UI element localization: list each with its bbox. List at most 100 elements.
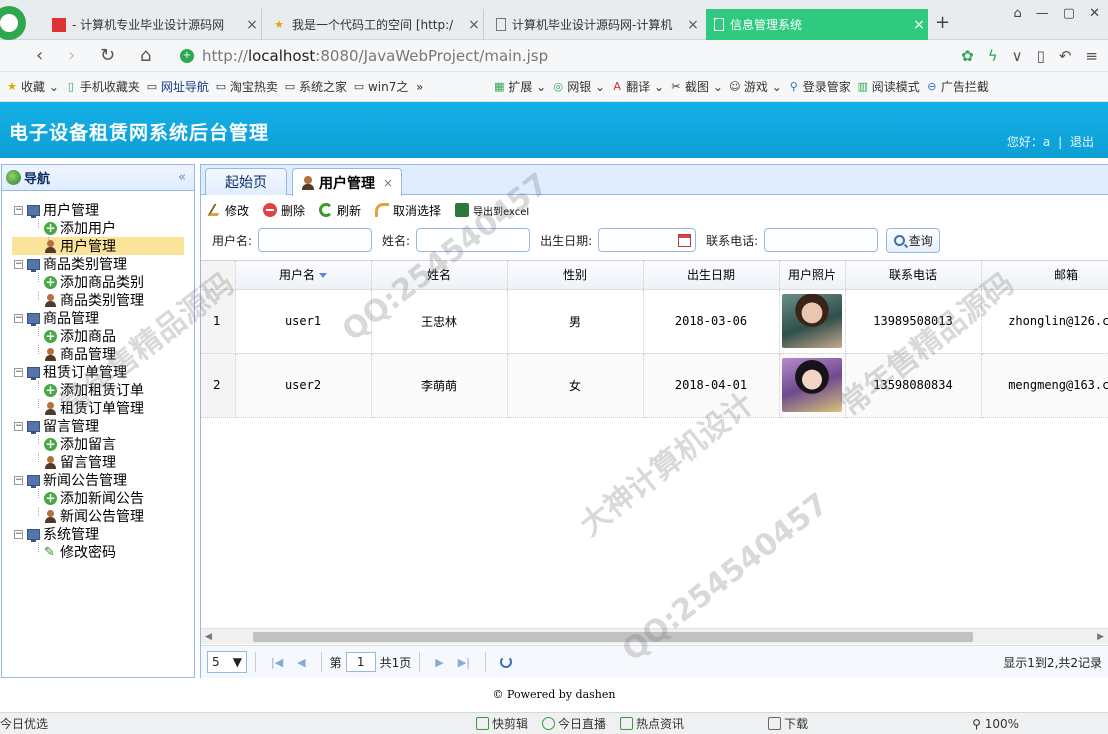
tree-expander-icon[interactable]: − — [14, 421, 23, 431]
tree-item-add-category[interactable]: + 添加商品类别 — [2, 273, 194, 291]
lightning-icon[interactable]: ϟ — [988, 47, 998, 65]
favorite-item[interactable]: ▭ 系统之家 — [284, 78, 347, 95]
tree-expander-icon[interactable]: − — [14, 529, 23, 539]
menu-icon[interactable]: ≡ — [1085, 47, 1098, 65]
tree-group-order[interactable]: − 租赁订单管理 — [2, 363, 194, 381]
query-button[interactable]: 查询 — [886, 227, 941, 253]
minimize-button[interactable]: — — [1036, 6, 1049, 21]
tree-expander-icon[interactable]: − — [14, 205, 23, 215]
scroll-right-icon[interactable]: ▶ — [1097, 632, 1104, 642]
favorite-item[interactable]: ⊖ 广告拦截 — [926, 78, 989, 95]
tree-item-news-manage[interactable]: 新闻公告管理 — [2, 507, 194, 525]
first-page-button[interactable]: |◀ — [271, 656, 283, 669]
username-input[interactable] — [258, 228, 373, 252]
birthday-input[interactable] — [598, 228, 697, 252]
prev-page-button[interactable]: ◀ — [297, 656, 305, 669]
tree-group-user[interactable]: − 用户管理 — [2, 201, 194, 219]
tree-group-product[interactable]: − 商品管理 — [2, 309, 194, 327]
home-button[interactable]: ⌂ — [140, 45, 151, 66]
page-number-input[interactable]: 1 — [345, 652, 376, 672]
refresh-icon[interactable] — [499, 656, 512, 668]
favorite-item[interactable]: ▯ 手机收藏夹 — [65, 78, 140, 95]
page-size-select[interactable]: 5 ▼ — [207, 651, 247, 673]
tree-group-news[interactable]: − 新闻公告管理 — [2, 471, 194, 489]
tree-group-category[interactable]: − 商品类别管理 — [2, 255, 194, 273]
delete-button[interactable]: 删除 — [263, 202, 305, 219]
tree-item-add-product[interactable]: + 添加商品 — [2, 327, 194, 345]
tree-item-order-manage[interactable]: 租赁订单管理 — [2, 399, 194, 417]
favorite-item[interactable]: ★ 收藏 ⌄ — [6, 78, 59, 95]
url-field[interactable]: + http://localhost:8080/JavaWebProject/m… — [180, 44, 910, 68]
tree-item-add-message[interactable]: + 添加留言 — [2, 435, 194, 453]
table-row[interactable]: 2 user2 李萌萌 女 2018-04-01 13598080834 men… — [201, 353, 1108, 418]
tree-expander-icon[interactable]: − — [14, 259, 23, 269]
status-item[interactable]: 今日优选 — [0, 715, 48, 732]
table-row[interactable]: 1 user1 王忠林 男 2018-03-06 13989508013 zho… — [201, 289, 1108, 354]
column-header-phone[interactable]: 联系电话 — [845, 261, 982, 290]
unselect-button[interactable]: 取消选择 — [375, 202, 441, 219]
tree-item-add-news[interactable]: + 添加新闻公告 — [2, 489, 194, 507]
close-tab-icon[interactable]: × — [383, 176, 393, 190]
column-header-photo[interactable]: 用户照片 — [779, 261, 846, 290]
tree-item-add-user[interactable]: + 添加用户 — [2, 219, 194, 237]
favorite-item[interactable]: ☺ 游戏 ⌄ — [729, 78, 782, 95]
new-tab-button[interactable]: + — [935, 12, 950, 33]
browser-tab-3[interactable]: 计算机毕业设计源码网-计算机 × — [488, 9, 702, 40]
horizontal-scrollbar[interactable]: ◀ ▶ — [201, 628, 1108, 644]
next-page-button[interactable]: ▶ — [435, 656, 443, 669]
column-header-birthday[interactable]: 出生日期 — [643, 261, 780, 290]
column-header-gender[interactable]: 性别 — [507, 261, 644, 290]
tree-item-message-manage[interactable]: 留言管理 — [2, 453, 194, 471]
zoom-level[interactable]: ⚲ 100% — [972, 717, 1019, 731]
favorite-item[interactable]: A 翻译 ⌄ — [611, 78, 664, 95]
collapse-panel-icon[interactable]: « — [178, 170, 186, 185]
tree-expander-icon[interactable]: − — [14, 475, 23, 485]
refresh-button[interactable]: 刷新 — [319, 202, 361, 219]
favorite-item[interactable]: ▦ 扩展 ⌄ — [493, 78, 546, 95]
tab-start-page[interactable]: 起始页 — [205, 168, 287, 195]
close-tab-icon[interactable]: × — [910, 17, 928, 33]
tree-expander-icon[interactable]: − — [14, 367, 23, 377]
forward-button[interactable]: › — [68, 45, 75, 66]
browser-tab-active[interactable]: 信息管理系统 × — [706, 9, 928, 40]
last-page-button[interactable]: ▶| — [458, 656, 470, 669]
edit-button[interactable]: 修改 — [207, 202, 249, 219]
reload-button[interactable]: ↻ — [100, 45, 115, 66]
column-header-name[interactable]: 姓名 — [371, 261, 508, 290]
calendar-icon[interactable] — [678, 234, 692, 247]
dropdown-icon[interactable]: ∨ — [1012, 47, 1023, 65]
tree-group-system[interactable]: − 系统管理 — [2, 525, 194, 543]
tree-item-category-manage[interactable]: 商品类别管理 — [2, 291, 194, 309]
tree-expander-icon[interactable]: − — [14, 313, 23, 323]
export-excel-button[interactable]: 导出到excel — [455, 203, 529, 218]
close-window-button[interactable]: ✕ — [1089, 6, 1100, 21]
column-header-username[interactable]: 用户名 — [235, 261, 372, 290]
favorite-item[interactable]: ◎ 网银 ⌄ — [552, 78, 605, 95]
browser-tab-2[interactable]: ★ 我是一个代码工的空间 [http:/ × — [264, 9, 484, 40]
favorite-item[interactable]: ⚲ 登录管家 — [788, 78, 851, 95]
tree-item-user-manage[interactable]: 用户管理 — [12, 237, 184, 255]
tree-item-product-manage[interactable]: 商品管理 — [2, 345, 194, 363]
phone-input[interactable] — [764, 228, 879, 252]
column-header-email[interactable]: 邮箱 — [981, 261, 1108, 290]
close-tab-icon[interactable]: × — [465, 17, 483, 33]
shirt-icon[interactable]: ⌂ — [1014, 6, 1022, 21]
speed-mode-icon[interactable]: ✿ — [961, 47, 974, 65]
favorite-item[interactable]: ▥ 阅读模式 — [857, 78, 920, 95]
status-item[interactable]: 今日直播 — [542, 715, 606, 732]
favorite-item[interactable]: ✂ 截图 ⌄ — [670, 78, 723, 95]
status-item[interactable]: 快剪辑 — [476, 715, 528, 732]
tree-group-message[interactable]: − 留言管理 — [2, 417, 194, 435]
phone-icon[interactable]: ▯ — [1037, 47, 1045, 65]
close-tab-icon[interactable]: × — [684, 17, 702, 33]
favorite-item[interactable]: ▭ 网址导航 — [146, 78, 209, 95]
tree-item-add-order[interactable]: + 添加租赁订单 — [2, 381, 194, 399]
scroll-left-icon[interactable]: ◀ — [205, 632, 212, 642]
back-button[interactable]: ‹ — [36, 45, 43, 66]
status-item[interactable]: 下载 — [768, 715, 808, 732]
undo-icon[interactable]: ↶ — [1059, 47, 1072, 65]
maximize-button[interactable]: ▢ — [1063, 6, 1075, 21]
tree-item-change-password[interactable]: ✎ 修改密码 — [2, 543, 194, 561]
favorite-item[interactable]: ▭ 淘宝热卖 — [215, 78, 278, 95]
logout-link[interactable]: 退出 — [1070, 135, 1094, 149]
